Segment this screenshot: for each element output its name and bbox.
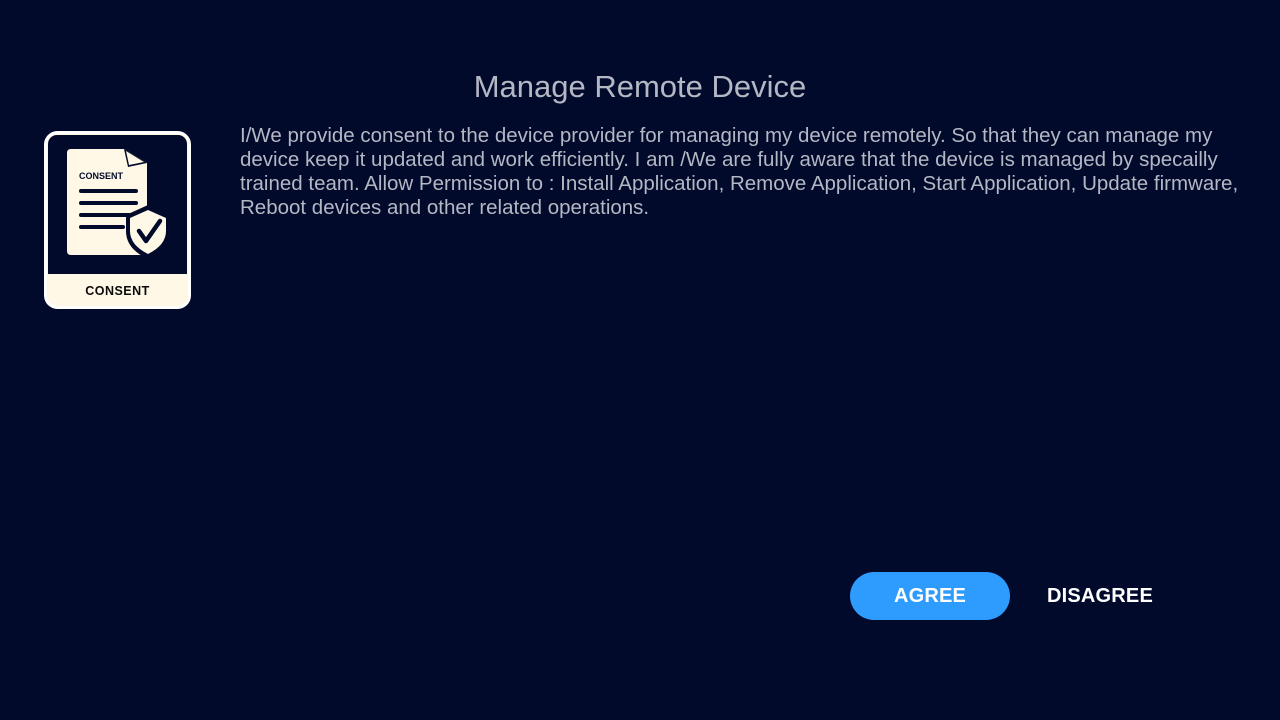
- consent-message: I/We provide consent to the device provi…: [240, 124, 1239, 219]
- agree-button[interactable]: AGREE: [850, 572, 1010, 620]
- page-title: Manage Remote Device: [473, 69, 807, 104]
- doc-label: CONSENT: [79, 171, 124, 181]
- consent-document-shield-icon: CONSENT CONSENT: [44, 131, 191, 309]
- action-bar: AGREE DISAGREE: [850, 572, 1170, 620]
- consent-screen: Manage Remote Device CONSENT CONSENT I/W…: [0, 0, 1280, 720]
- disagree-button[interactable]: DISAGREE: [1030, 572, 1170, 620]
- icon-caption: CONSENT: [85, 284, 150, 298]
